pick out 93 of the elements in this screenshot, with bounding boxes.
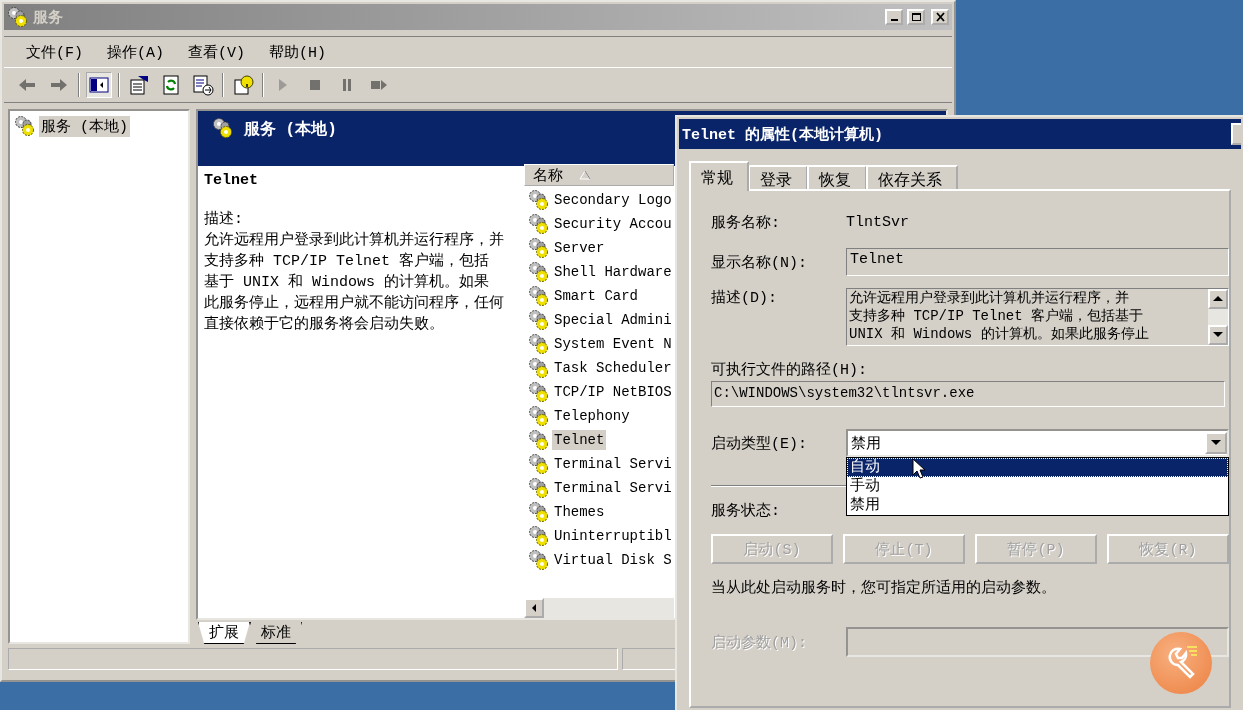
restart-icon	[371, 80, 387, 90]
column-header[interactable]: 名称	[524, 164, 674, 186]
refresh-icon	[160, 74, 182, 96]
vertical-scrollbar[interactable]	[1208, 289, 1228, 345]
left-arrow-icon	[531, 604, 537, 612]
dropdown-option[interactable]: 手动	[847, 477, 1228, 496]
service-row[interactable]: Server	[552, 238, 607, 258]
dropdown-value: 禁用	[851, 434, 881, 453]
field-label: 服务名称:	[711, 214, 781, 232]
dialog-tab[interactable]: 恢复	[807, 165, 867, 189]
gear-icon	[528, 525, 550, 547]
description-line: UNIX 和 Windows 的计算机。如果此服务停止	[849, 325, 1150, 343]
minimize-icon	[890, 19, 898, 21]
service-row[interactable]: Uninterruptibl	[552, 526, 674, 546]
service-name-value: TlntSvr	[846, 214, 909, 231]
service-row[interactable]: Terminal Servi	[552, 454, 674, 474]
service-row[interactable]: Terminal Servi	[552, 478, 674, 498]
gear-icon	[14, 115, 36, 137]
stop-icon	[310, 80, 320, 90]
dialog-tab[interactable]: 依存关系	[866, 165, 958, 189]
gear-icon	[528, 213, 550, 235]
gear-icon	[528, 477, 550, 499]
service-row[interactable]: Security Accou	[552, 214, 674, 234]
service-row[interactable]: Virtual Disk S	[552, 550, 674, 570]
menu-item[interactable]: 查看(V)	[176, 40, 258, 64]
service-name: Telnet	[204, 172, 259, 189]
gear-icon	[528, 309, 550, 331]
display-name-field[interactable]: Telnet	[846, 248, 1229, 276]
maximize-icon	[910, 12, 922, 22]
description-text: 允许远程用户登录到此计算机并运行程序，并支持多种 TCP/IP Telnet 客户端，包括基于 UNIX 和 Windows 的计算机。如果此服务停止，远程用户就不能访问程序，任何直接依赖于它的服务将会启动失败。	[204, 230, 504, 335]
export-list-button[interactable]	[190, 72, 216, 98]
gear-icon	[528, 357, 550, 379]
properties-icon	[128, 74, 150, 96]
horizontal-scrollbar[interactable]	[524, 598, 674, 618]
hint-text: 当从此处启动服务时，您可指定所适用的启动参数。	[711, 578, 1057, 597]
menu-item[interactable]: 文件(F)	[14, 40, 95, 64]
gear-icon	[528, 405, 550, 427]
gear-icon	[528, 549, 550, 571]
service-row[interactable]: Task Scheduler	[552, 358, 674, 378]
service-row[interactable]: Smart Card	[552, 286, 640, 306]
dialog-tab[interactable]: 登录	[748, 165, 808, 189]
service-row[interactable]: System Event N	[552, 334, 674, 354]
description-line: 允许远程用户登录到此计算机并运行程序，并	[849, 289, 1130, 307]
sort-arrow-icon	[579, 170, 591, 180]
panel-toggle-button[interactable]	[86, 72, 112, 98]
panel-title: 服务 (本地)	[244, 119, 337, 140]
service-row[interactable]: Themes	[552, 502, 607, 522]
play-icon	[279, 79, 287, 91]
field-label: 启动类型(E):	[711, 434, 808, 453]
help-icon	[232, 74, 254, 96]
field-label: 可执行文件的路径(H):	[711, 360, 867, 379]
up-arrow-icon	[1213, 296, 1223, 302]
field-label: 服务状态:	[711, 501, 781, 520]
gear-icon	[528, 189, 550, 211]
dialog-title: Telnet 的属性(本地计算机)	[682, 125, 883, 144]
gear-icon	[7, 6, 29, 28]
gear-icon	[528, 429, 550, 451]
menu-item[interactable]: 帮助(H)	[257, 40, 339, 64]
gear-icon	[212, 117, 234, 139]
service-row[interactable]: TCP/IP NetBIOS	[552, 382, 674, 402]
menu-item[interactable]: 操作(A)	[95, 40, 177, 64]
service-row[interactable]: Secondary Logo	[552, 190, 674, 210]
tree-item[interactable]: 服务 (本地)	[39, 115, 130, 137]
gear-icon	[528, 381, 550, 403]
dialog-tab[interactable]: 常规	[689, 161, 749, 191]
path-field: C:\WINDOWS\system32\tlntsvr.exe	[711, 381, 1225, 407]
down-arrow-icon	[1213, 332, 1223, 338]
service-row[interactable]: Telephony	[552, 406, 632, 426]
view-tab[interactable]: 标准	[250, 622, 302, 644]
gear-icon	[528, 333, 550, 355]
close-icon	[934, 12, 946, 22]
description-line: 支持多种 TCP/IP Telnet 客户端，包括基于	[849, 307, 1145, 325]
dropdown-option[interactable]: 自动	[847, 458, 1228, 477]
gear-icon	[528, 285, 550, 307]
view-tab[interactable]: 扩展	[198, 622, 250, 644]
export-list-icon	[192, 74, 214, 96]
service-row[interactable]: Telnet	[552, 430, 607, 450]
service-row[interactable]: Shell Hardware	[552, 262, 674, 282]
pause-icon	[343, 79, 351, 91]
field-label: 描述(D):	[711, 288, 778, 307]
panel-toggle-icon	[88, 74, 110, 96]
dropdown-arrow-icon	[1211, 440, 1221, 446]
column-title: 名称	[533, 166, 563, 185]
gear-icon	[528, 261, 550, 283]
description-field[interactable]: 允许远程用户登录到此计算机并运行程序，并 支持多种 TCP/IP Telnet 客户端，包括基于 UNIX 和 Windows 的计算机。如果此服务停止	[846, 288, 1229, 346]
service-row[interactable]: Special Admini	[552, 310, 674, 330]
field-label: 显示名称(N):	[711, 253, 808, 272]
dropdown-option[interactable]: 禁用	[847, 496, 1228, 515]
gear-icon	[528, 501, 550, 523]
window-title: 服务	[33, 8, 63, 27]
gear-icon	[528, 453, 550, 475]
gear-icon	[528, 237, 550, 259]
description-label: 描述:	[204, 209, 244, 230]
